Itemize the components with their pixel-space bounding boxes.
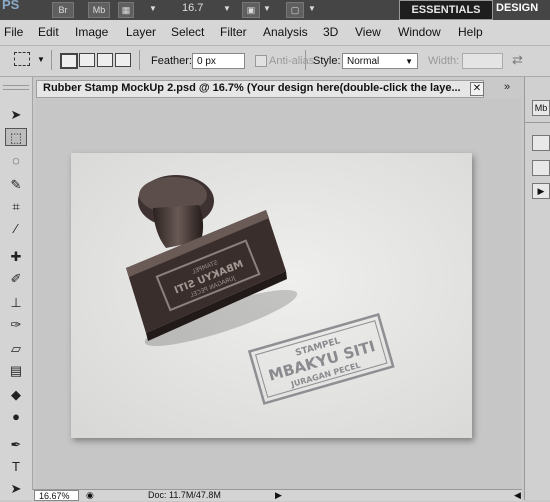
healing-brush-tool-icon[interactable]: ✚	[5, 248, 27, 266]
eraser-tool-icon[interactable]: ▱	[5, 340, 27, 358]
swap-icon[interactable]: ⇄	[512, 52, 523, 68]
document-size-info: Doc: 11.7M/47.8M	[148, 490, 221, 500]
document-image[interactable]: STAMPEL MBAKYU SITI JURAGAN PECEL STAMPE…	[71, 153, 472, 438]
document-title: Rubber Stamp MockUp 2.psd @ 16.7% (Your …	[43, 82, 461, 94]
mini-bridge-panel-button[interactable]: Mb	[532, 100, 550, 116]
style-value: Normal	[347, 56, 380, 67]
zoom-level[interactable]: 16.7	[182, 2, 203, 14]
quick-select-tool-icon[interactable]: ✎	[5, 176, 27, 194]
subtract-from-selection-icon[interactable]	[97, 53, 113, 67]
menu-view[interactable]: View	[355, 25, 381, 39]
screen-mode-button[interactable]: ▢	[286, 2, 304, 18]
style-dropdown-icon: ▼	[405, 57, 413, 66]
status-info-icon[interactable]: ◉	[86, 490, 94, 501]
crop-tool-icon[interactable]: ⌗	[5, 198, 27, 216]
extras-button[interactable]: ▦	[118, 2, 134, 18]
screen-mode-dropdown-icon[interactable]: ▼	[308, 4, 316, 13]
status-scroll-icon[interactable]: ◀	[514, 490, 521, 501]
menu-filter[interactable]: Filter	[220, 25, 247, 39]
zoom-dropdown-icon[interactable]: ▼	[223, 4, 231, 13]
swatches-panel-icon[interactable]	[532, 160, 550, 176]
menu-3d[interactable]: 3D	[323, 25, 338, 39]
history-brush-tool-icon[interactable]: ✑	[5, 316, 27, 334]
menu-analysis[interactable]: Analysis	[263, 25, 308, 39]
status-menu-icon[interactable]: ▶	[275, 490, 282, 501]
marquee-tool-icon[interactable]: ⬚	[5, 128, 27, 146]
brush-tool-icon[interactable]: ✐	[5, 270, 27, 288]
blur-tool-icon[interactable]: ◆	[5, 386, 27, 404]
workspace-design-button[interactable]: DESIGN	[496, 2, 538, 14]
eyedropper-tool-icon[interactable]: ⁄	[5, 220, 27, 238]
bridge-button[interactable]: Br	[52, 2, 74, 18]
feather-input[interactable]: 0 px	[192, 53, 245, 69]
tool-preset-icon[interactable]	[14, 52, 30, 66]
panel-collapse-icon[interactable]: »	[504, 81, 510, 93]
add-to-selection-icon[interactable]	[79, 53, 95, 67]
anti-alias-label: Anti-alias	[269, 55, 315, 67]
width-input[interactable]	[462, 53, 503, 69]
arrange-documents-button[interactable]: ▣	[242, 2, 260, 18]
menu-image[interactable]: Image	[75, 25, 108, 39]
menu-bar: File Edit Image Layer Select Filter Anal…	[0, 20, 550, 46]
application-bar: PS Br Mb ▦ ▼ 16.7 ▼ ▣ ▼ ▢ ▼ ESSENTIALS D…	[0, 0, 550, 20]
lasso-tool-icon[interactable]: ◌	[5, 152, 27, 170]
panel-divider	[524, 122, 550, 123]
tool-preset-dropdown-icon[interactable]: ▼	[37, 55, 45, 64]
mini-bridge-button[interactable]: Mb	[88, 2, 110, 18]
arrange-dropdown-icon[interactable]: ▼	[263, 4, 271, 13]
dodge-tool-icon[interactable]: ●	[5, 408, 27, 426]
style-label: Style:	[313, 55, 341, 67]
extras-dropdown-icon[interactable]: ▼	[149, 4, 157, 13]
options-divider	[305, 50, 306, 70]
menu-layer[interactable]: Layer	[126, 25, 156, 39]
anti-alias-checkbox[interactable]	[255, 55, 267, 67]
history-panel-icon[interactable]	[532, 135, 550, 151]
menu-edit[interactable]: Edit	[38, 25, 59, 39]
move-tool-icon[interactable]: ➤	[5, 106, 27, 124]
new-selection-icon[interactable]	[60, 53, 78, 69]
pen-tool-icon[interactable]: ✒	[5, 436, 27, 454]
options-divider	[139, 50, 140, 70]
app-logo: PS	[2, 0, 20, 12]
width-label: Width:	[428, 55, 460, 67]
rubber-stamp-mockup-image: STAMPEL MBAKYU SITI JURAGAN PECEL STAMPE…	[71, 153, 472, 438]
actions-panel-icon[interactable]: ▶	[532, 183, 550, 199]
options-divider	[51, 50, 52, 70]
menu-select[interactable]: Select	[171, 25, 204, 39]
workspace-essentials-button[interactable]: ESSENTIALS	[399, 0, 493, 20]
menu-file[interactable]: File	[4, 25, 23, 39]
gradient-tool-icon[interactable]: ▤	[5, 362, 27, 380]
tools-grip[interactable]	[3, 85, 29, 90]
type-tool-icon[interactable]: T	[5, 458, 27, 476]
path-select-tool-icon[interactable]: ➤	[5, 480, 27, 498]
menu-help[interactable]: Help	[458, 25, 483, 39]
feather-label: Feather:	[151, 55, 192, 67]
menu-window[interactable]: Window	[398, 25, 441, 39]
intersect-selection-icon[interactable]	[115, 53, 131, 67]
status-zoom-field[interactable]: 16.67%	[34, 490, 79, 501]
close-document-button[interactable]: ✕	[470, 82, 484, 96]
style-select[interactable]: Normal ▼	[342, 53, 418, 69]
clone-stamp-tool-icon[interactable]: ⊥	[5, 294, 27, 312]
